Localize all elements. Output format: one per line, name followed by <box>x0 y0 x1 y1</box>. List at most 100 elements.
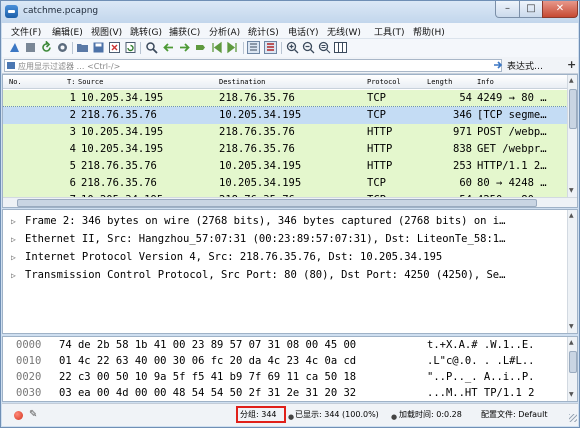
packet-row[interactable]: 3 10.205.34.195 218.76.35.76 HTTP 971 POST /w… <box>3 124 567 141</box>
bytes-vscroll[interactable]: ▲ ▼ <box>567 337 577 401</box>
col-length-header[interactable]: Length <box>427 78 452 86</box>
detail-ethernet[interactable]: ▷ Ethernet II, Src: Hangzhou_57:07:31 (00… <box>3 231 567 248</box>
menu-analyze[interactable]: 分析(A) <box>209 25 240 38</box>
col-time-header[interactable]: T: <box>67 78 75 86</box>
bytes-row[interactable]: 0030 03 ea 00 4d 00 00 48 54 54 50 2f 31 … <box>3 385 567 401</box>
forward-arrow-icon[interactable] <box>178 41 191 54</box>
packet-bytes: 0000 74 de 2b 58 1b 41 00 23 89 57 07 31 … <box>2 336 578 402</box>
packet-cell-source: 218.76.35.76 <box>81 109 157 121</box>
col-protocol-header[interactable]: Protocol <box>367 78 401 86</box>
bytes-row[interactable]: 0010 01 4c 22 63 40 00 30 06 fc 20 da 4c … <box>3 353 567 369</box>
packet-row[interactable]: 5 218.76.35.76 10.205.34.195 HTTP 253 HTTP/1.… <box>3 158 567 175</box>
app-window: catchme.pcapng – □ ✕ 文件(F) 编辑(E) 视图(V) 跳… <box>0 0 580 428</box>
expert-info-status-icon[interactable] <box>14 411 23 420</box>
packet-cell-no: 5 <box>69 160 76 172</box>
minimize-button[interactable]: – <box>495 1 520 18</box>
filter-bookmark-icon[interactable] <box>7 62 15 69</box>
menu-telephony[interactable]: 电话(Y) <box>288 25 319 38</box>
save-icon[interactable] <box>92 41 105 54</box>
packet-cell-protocol: HTTP <box>367 160 393 172</box>
bytes-row[interactable]: 0020 22 c3 00 50 10 9a 5f f5 41 b9 7f 69 … <box>3 369 567 385</box>
packet-cell-destination: 10.205.34.195 <box>219 177 302 189</box>
wireshark-app-icon <box>5 5 18 18</box>
packet-cell-length: 60 <box>459 177 472 189</box>
packet-cell-length: 838 <box>453 143 472 155</box>
displayed-count: 已显示: 344 (100.0%) <box>295 410 379 419</box>
detail-frame[interactable]: ▷ Frame 2: 346 bytes on wire (2768 bits),… <box>3 213 567 230</box>
packet-cell-no: 1 <box>69 92 76 104</box>
edit-comment-icon[interactable]: ✎ <box>29 409 37 420</box>
packet-cell-protocol: TCP <box>367 177 386 189</box>
profile-selector[interactable]: 配置文件: Default <box>481 409 547 420</box>
first-packet-icon[interactable] <box>210 41 223 54</box>
stop-icon[interactable] <box>24 41 37 54</box>
packet-cell-length: 253 <box>453 160 472 172</box>
zoom-in-icon[interactable] <box>286 41 299 54</box>
menu-file[interactable]: 文件(F) <box>11 25 41 38</box>
display-filter-input[interactable]: 应用显示过滤器 … <Ctrl-/> <box>4 59 502 72</box>
add-filter-button[interactable]: + <box>567 58 576 71</box>
packet-cell-info: [TCP segme… <box>477 109 547 121</box>
packet-row[interactable]: 6 218.76.35.76 10.205.34.195 TCP 60 80 → 4248… <box>3 175 567 192</box>
packet-cell-length: 971 <box>453 126 472 138</box>
packet-list-vscroll-thumb[interactable] <box>569 89 577 129</box>
col-destination-header[interactable]: Destination <box>219 78 265 86</box>
resize-columns-icon[interactable] <box>334 41 347 54</box>
zoom-out-icon[interactable] <box>302 41 315 54</box>
options-gear-icon[interactable] <box>56 41 69 54</box>
resize-grip[interactable] <box>569 414 577 422</box>
main-toolbar <box>2 39 578 57</box>
shark-fin-icon[interactable] <box>8 41 21 54</box>
expression-button[interactable]: 表达式… <box>507 59 543 72</box>
menu-go[interactable]: 跳转(G) <box>130 25 162 38</box>
restart-icon[interactable] <box>40 41 53 54</box>
packet-list-hscroll[interactable] <box>3 197 577 207</box>
maximize-button[interactable]: □ <box>519 1 543 18</box>
packet-cell-protocol: TCP <box>367 109 386 121</box>
packet-cell-source: 218.76.35.76 <box>81 160 157 172</box>
col-no-header[interactable]: No. <box>9 78 22 86</box>
packet-cell-source: 10.205.34.195 <box>81 126 164 138</box>
find-icon[interactable] <box>145 41 158 54</box>
display-filter-bar: 应用显示过滤器 … <Ctrl-/> 表达式… + <box>2 57 578 74</box>
close-file-icon[interactable] <box>108 41 121 54</box>
menu-help[interactable]: 帮助(H) <box>413 25 445 38</box>
goto-icon[interactable] <box>194 41 207 54</box>
bytes-row[interactable]: 0000 74 de 2b 58 1b 41 00 23 89 57 07 31 … <box>3 337 567 353</box>
packet-cell-no: 3 <box>69 126 76 138</box>
packet-row[interactable]: 2 218.76.35.76 10.205.34.195 TCP 346 [TCP seg… <box>3 106 568 125</box>
packet-cell-destination: 218.76.35.76 <box>219 92 295 104</box>
col-info-header[interactable]: Info <box>477 78 494 86</box>
last-packet-icon[interactable] <box>226 41 239 54</box>
col-source-header[interactable]: Source <box>78 78 103 86</box>
details-vscroll[interactable]: ▲ ▼ <box>567 210 577 333</box>
menu-statistics[interactable]: 统计(S) <box>248 25 279 38</box>
packet-row[interactable]: 1 10.205.34.195 218.76.35.76 TCP 54 4249 → 80… <box>3 90 567 107</box>
colorize-icon[interactable] <box>264 41 277 54</box>
packet-cell-info: 80 → 4248 … <box>477 177 547 189</box>
reload-icon[interactable] <box>124 41 137 54</box>
open-folder-icon[interactable] <box>76 41 89 54</box>
menu-view[interactable]: 视图(V) <box>91 25 122 38</box>
menu-edit[interactable]: 编辑(E) <box>52 25 83 38</box>
packet-cell-info: POST /webp… <box>477 126 547 138</box>
window-title: catchme.pcapng <box>23 6 99 16</box>
menu-wireless[interactable]: 无线(W) <box>327 25 361 38</box>
packet-list-hscroll-thumb[interactable] <box>17 199 537 207</box>
close-button[interactable]: ✕ <box>542 1 578 18</box>
autoscroll-icon[interactable] <box>247 41 260 54</box>
zoom-normal-icon[interactable] <box>318 41 331 54</box>
packet-list-vscroll[interactable]: ▲ ▼ <box>567 75 577 197</box>
status-bar: ✎ 分组: 344 ● 已显示: 344 (100.0%) ● 加载时间: 0:… <box>2 403 578 426</box>
packet-row[interactable]: 4 10.205.34.195 218.76.35.76 HTTP 838 GET /we… <box>3 141 567 158</box>
menu-capture[interactable]: 捕获(C) <box>169 25 200 38</box>
detail-tcp[interactable]: ▷ Transmission Control Protocol, Src Port… <box>3 267 567 284</box>
apply-filter-arrow-icon[interactable] <box>492 59 504 71</box>
menu-tools[interactable]: 工具(T) <box>374 25 405 38</box>
load-time: 加载时间: 0:0.28 <box>399 410 462 419</box>
back-arrow-icon[interactable] <box>162 41 175 54</box>
detail-ip[interactable]: ▷ Internet Protocol Version 4, Src: 218.7… <box>3 249 567 266</box>
bytes-vscroll-thumb[interactable] <box>569 351 577 373</box>
packet-cell-no: 4 <box>69 143 76 155</box>
packet-details: ▷ Frame 2: 346 bytes on wire (2768 bits),… <box>2 209 578 334</box>
